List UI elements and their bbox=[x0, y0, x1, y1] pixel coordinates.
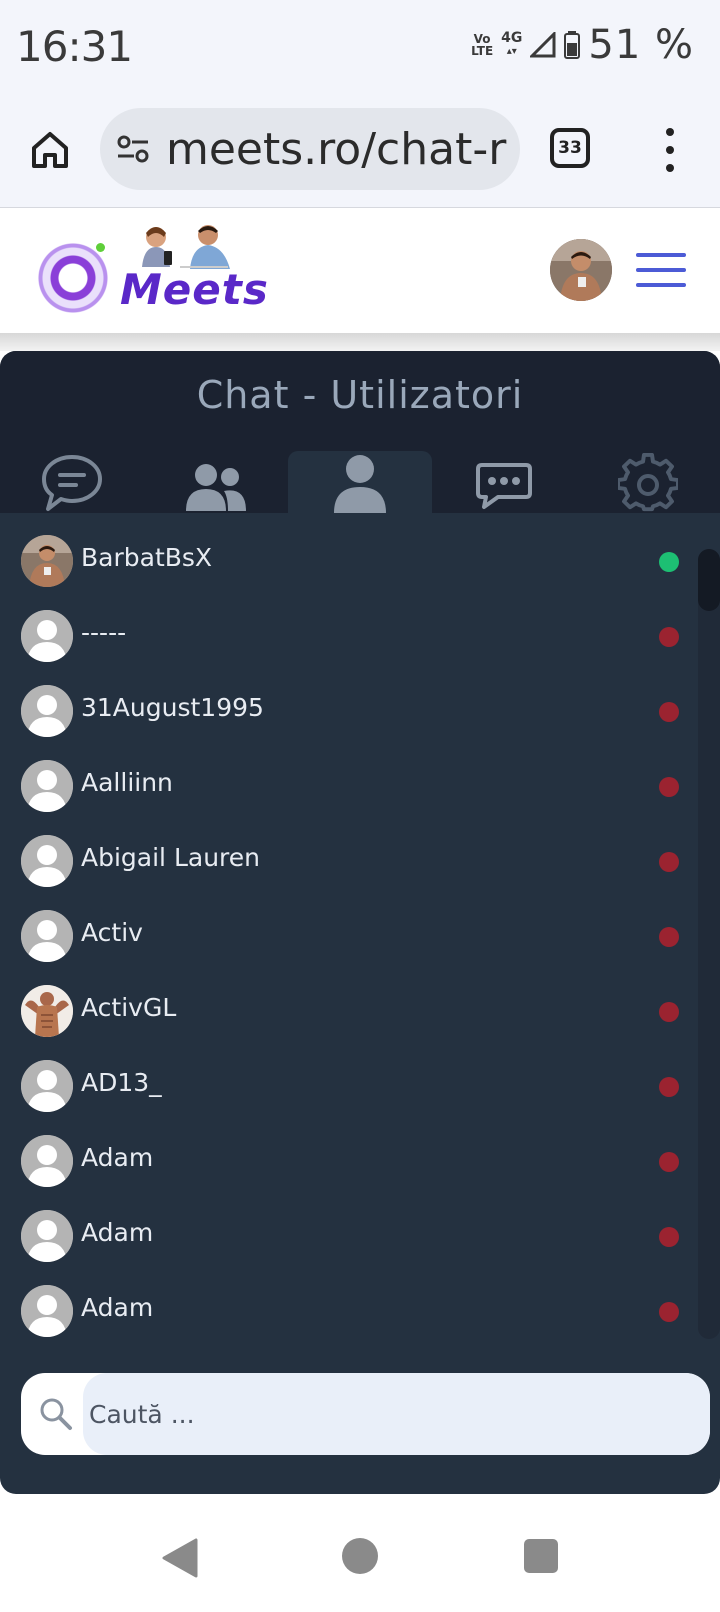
user-list-item[interactable]: Adam bbox=[0, 1127, 720, 1199]
user-name[interactable]: Adam bbox=[81, 1218, 153, 1247]
address-bar[interactable]: meets.ro/chat-r bbox=[100, 108, 520, 190]
user-avatar[interactable] bbox=[21, 1210, 73, 1262]
tab-groups[interactable] bbox=[144, 451, 288, 513]
user-avatar[interactable] bbox=[21, 685, 73, 737]
site-header: Meets bbox=[0, 209, 720, 333]
user-avatar[interactable] bbox=[21, 1285, 73, 1337]
network-4g-icon: 4G ▴▾ bbox=[501, 30, 523, 57]
user-name[interactable]: Abigail Lauren bbox=[81, 843, 260, 872]
user-list-item[interactable]: 31August1995 bbox=[0, 677, 720, 749]
user-list-item[interactable]: Adam bbox=[0, 1277, 720, 1347]
offline-status-dot bbox=[659, 1227, 679, 1247]
site-settings-icon[interactable] bbox=[116, 134, 152, 164]
offline-status-dot bbox=[659, 852, 679, 872]
user-list-item[interactable]: Activ bbox=[0, 902, 720, 974]
message-dots-icon bbox=[476, 463, 532, 509]
battery-percent: 51 % bbox=[588, 22, 694, 68]
user-list-item[interactable]: Adam bbox=[0, 1202, 720, 1274]
battery-icon bbox=[564, 31, 581, 59]
tab-settings[interactable] bbox=[576, 451, 720, 513]
user-avatar[interactable] bbox=[21, 835, 73, 887]
browser-toolbar: meets.ro/chat-r 33 bbox=[0, 92, 720, 208]
user-name[interactable]: Adam bbox=[81, 1293, 153, 1322]
user-avatar[interactable] bbox=[21, 535, 73, 587]
user-avatar[interactable] bbox=[21, 985, 73, 1037]
user-name[interactable]: AD13_ bbox=[81, 1068, 162, 1097]
offline-status-dot bbox=[659, 1152, 679, 1172]
status-time: 16:31 bbox=[16, 22, 133, 71]
hamburger-menu-icon[interactable] bbox=[636, 253, 686, 287]
user-list: BarbatBsX ----- 31August1995 Aalliinn Abigai… bbox=[0, 527, 720, 1347]
system-nav-bar bbox=[0, 1494, 720, 1612]
search-icon bbox=[40, 1398, 72, 1430]
user-list-item[interactable]: ActivGL bbox=[0, 977, 720, 1049]
user-list-item[interactable]: Abigail Lauren bbox=[0, 827, 720, 899]
profile-avatar[interactable] bbox=[550, 239, 612, 301]
tab-messages[interactable] bbox=[432, 451, 576, 513]
online-status-dot bbox=[659, 552, 679, 572]
user-name[interactable]: ActivGL bbox=[81, 993, 176, 1022]
tab-users[interactable] bbox=[288, 451, 432, 513]
user-avatar[interactable] bbox=[21, 910, 73, 962]
user-avatar[interactable] bbox=[21, 760, 73, 812]
tab-conversations[interactable] bbox=[0, 451, 144, 513]
user-name[interactable]: Activ bbox=[81, 918, 143, 947]
chat-title: Chat - Utilizatori bbox=[196, 373, 524, 417]
status-icons: Vo LTE 4G ▴▾ 51 % bbox=[471, 22, 694, 68]
offline-status-dot bbox=[659, 927, 679, 947]
user-name[interactable]: Adam bbox=[81, 1143, 153, 1172]
logo-text: Meets bbox=[120, 265, 269, 314]
user-name[interactable]: BarbatBsX bbox=[81, 543, 212, 572]
user-avatar[interactable] bbox=[21, 1060, 73, 1112]
tab-switcher-button[interactable]: 33 bbox=[550, 128, 590, 168]
user-list-item[interactable]: Aalliinn bbox=[0, 752, 720, 824]
url-text[interactable]: meets.ro/chat-r bbox=[166, 124, 506, 175]
user-list-item[interactable]: BarbatBsX bbox=[0, 527, 720, 599]
users-group-icon bbox=[186, 464, 246, 511]
user-list-item[interactable]: AD13_ bbox=[0, 1052, 720, 1124]
recent-apps-icon[interactable] bbox=[524, 1539, 558, 1573]
offline-status-dot bbox=[659, 627, 679, 647]
user-name[interactable]: 31August1995 bbox=[81, 693, 264, 722]
settings-gear-icon bbox=[618, 453, 678, 512]
signal-icon bbox=[530, 32, 556, 58]
more-vert-icon[interactable] bbox=[660, 128, 680, 172]
chat-panel: Chat - Utilizatori BarbatBsX ----- 31Aug… bbox=[0, 351, 720, 1494]
site-logo[interactable]: Meets bbox=[32, 223, 268, 323]
search-box[interactable] bbox=[21, 1373, 710, 1455]
offline-status-dot bbox=[659, 702, 679, 722]
chat-bubble-icon bbox=[42, 455, 102, 511]
status-bar: 16:31 Vo LTE 4G ▴▾ 51 % bbox=[0, 0, 720, 92]
user-name[interactable]: Aalliinn bbox=[81, 768, 173, 797]
back-icon[interactable] bbox=[162, 1538, 198, 1578]
home-icon[interactable] bbox=[28, 128, 72, 172]
search-input[interactable] bbox=[89, 1373, 649, 1455]
offline-status-dot bbox=[659, 777, 679, 797]
user-name[interactable]: ----- bbox=[81, 618, 126, 647]
offline-status-dot bbox=[659, 1302, 679, 1322]
user-list-item[interactable]: ----- bbox=[0, 602, 720, 674]
offline-status-dot bbox=[659, 1077, 679, 1097]
home-nav-icon[interactable] bbox=[342, 1538, 378, 1574]
offline-status-dot bbox=[659, 1002, 679, 1022]
user-avatar[interactable] bbox=[21, 1135, 73, 1187]
volte-icon: Vo LTE bbox=[471, 32, 494, 58]
header-divider bbox=[0, 333, 720, 351]
logo-dot-icon bbox=[96, 243, 105, 252]
user-icon bbox=[334, 455, 386, 513]
user-avatar[interactable] bbox=[21, 610, 73, 662]
chat-header: Chat - Utilizatori bbox=[0, 351, 720, 513]
